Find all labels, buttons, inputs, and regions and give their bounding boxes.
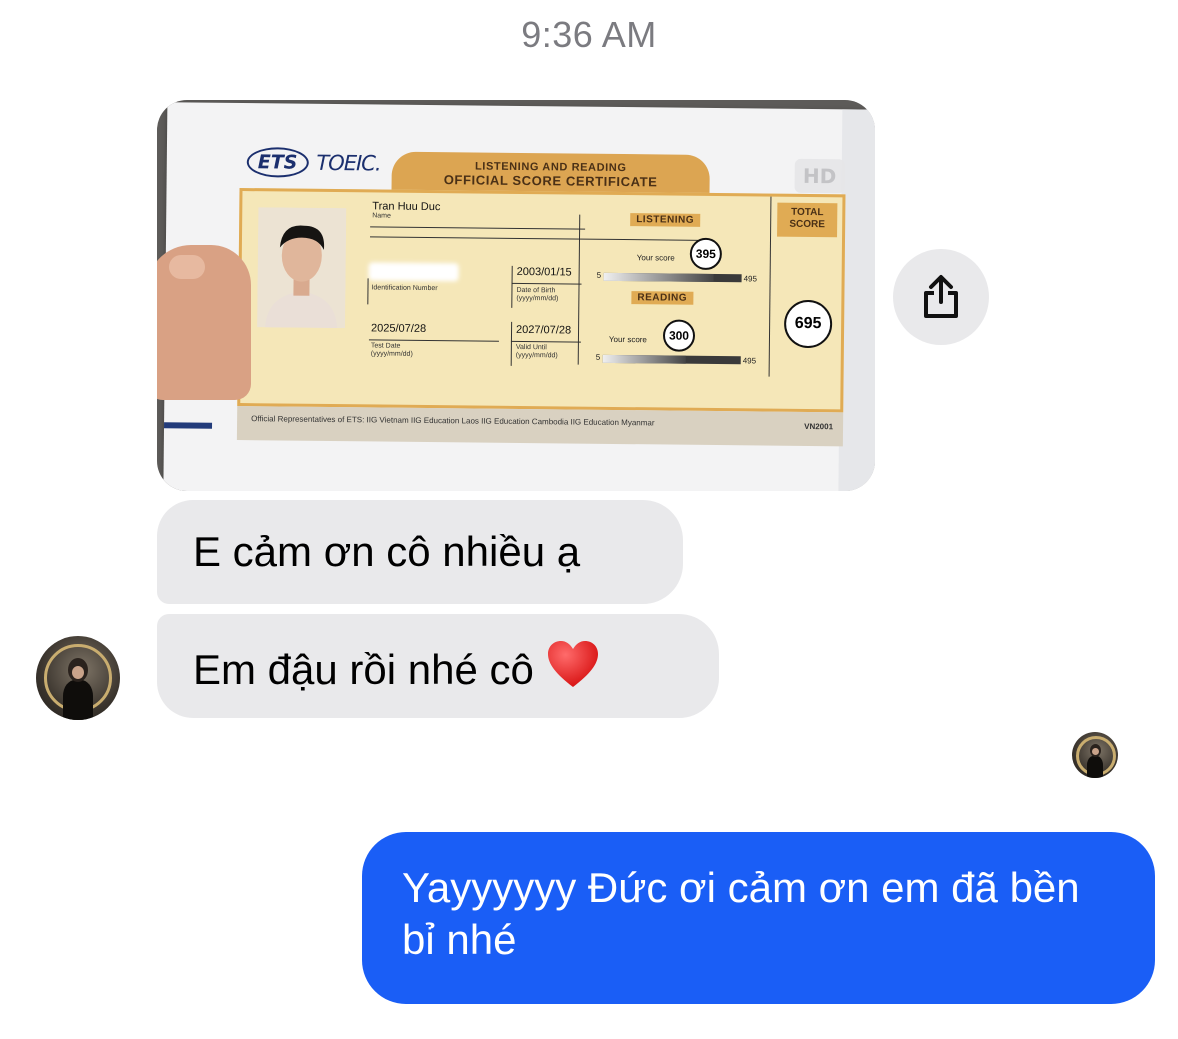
dob-value: 2003/01/15	[516, 265, 572, 279]
name-underline	[370, 226, 586, 230]
valid-until-value: 2027/07/28	[515, 323, 572, 337]
valid-until-underline	[510, 340, 581, 343]
dob-underline	[511, 282, 582, 285]
valid-until-label-field: Valid Until (yyyy/mm/dd)	[516, 344, 580, 361]
share-icon	[924, 275, 958, 318]
avatar-face	[1092, 748, 1099, 755]
certificate-header-line2: OFFICIAL SCORE CERTIFICATE	[443, 172, 658, 190]
listening-scale-min: 5	[596, 270, 602, 280]
name-value: Tran Huu Duc	[372, 200, 441, 214]
footer-representatives: Official Representatives of ETS: IIG Vie…	[251, 414, 655, 428]
hd-badge: HD	[794, 158, 845, 194]
outgoing-message-bubble[interactable]: Yayyyyyy Đức ơi cảm ơn em đã bền bỉ nhé	[362, 832, 1155, 1004]
envelope-stripe	[164, 422, 213, 429]
name-field: Tran Huu Duc Name	[372, 200, 440, 221]
reading-score: 300	[662, 319, 696, 352]
dob-label-field: Date of Birth (yyyy/mm/dd)	[516, 287, 580, 304]
message-text: Em đậu rồi nhé cô	[193, 646, 534, 693]
hand	[157, 245, 251, 400]
total-divider	[768, 196, 772, 377]
avatar-figure	[63, 680, 93, 720]
ets-toeic-logo: ETS TOEIC.	[246, 147, 381, 178]
listening-scale-max: 495	[743, 274, 758, 284]
reading-label: READING	[631, 291, 694, 305]
reading-scale-min: 5	[595, 352, 601, 362]
redacted-id	[368, 262, 459, 282]
avatar-figure	[1087, 756, 1103, 778]
test-date-underline	[368, 339, 499, 342]
valid-until-field: 2027/07/28	[516, 324, 571, 337]
listening-your-score-label: Your score	[636, 253, 675, 263]
score-envelope: HD ETS TOEIC. LISTENING AND READING OFFI…	[162, 102, 875, 491]
thumbnail	[169, 255, 205, 279]
test-date-field: 2025/07/28	[371, 322, 426, 335]
form-code: VN2001	[804, 421, 834, 432]
listening-score: 395	[689, 237, 723, 271]
incoming-message-bubble[interactable]: E cảm ơn cô nhiều ạ	[157, 500, 683, 604]
photo-attachment[interactable]: HD ETS TOEIC. LISTENING AND READING OFFI…	[157, 100, 875, 491]
dob-divider	[511, 265, 513, 308]
timestamp: 9:36 AM	[521, 14, 657, 55]
reading-score-fill	[602, 354, 686, 364]
incoming-message-bubble[interactable]: Em đậu rồi nhé cô	[157, 614, 719, 718]
id-divider	[367, 278, 369, 305]
reading-scale-max: 495	[742, 356, 757, 366]
message-text: E cảm ơn cô nhiều ạ	[193, 528, 581, 575]
listening-label: LISTENING	[630, 213, 701, 227]
ets-logo: ETS	[246, 147, 309, 178]
valid-divider	[510, 321, 513, 366]
message-text: Yayyyyyy Đức ơi cảm ơn em đã bền bỉ nhé	[402, 864, 1080, 963]
total-score-label: TOTAL SCORE	[777, 202, 838, 238]
listening-score-fill	[603, 272, 715, 283]
avatar-face	[72, 666, 84, 679]
id-field: Identification Number	[371, 284, 441, 293]
listening-score-bar	[603, 272, 742, 283]
reading-your-score-label: Your score	[608, 334, 647, 345]
test-date-label: Test Date (yyyy/mm/dd)	[370, 342, 413, 358]
dob-label: Date of Birth (yyyy/mm/dd)	[516, 286, 559, 303]
read-receipt-avatar	[1072, 732, 1118, 778]
score-card: Tran Huu Duc Name Identification Number …	[237, 188, 846, 413]
heart-icon	[547, 641, 598, 687]
dob-field: 2003/01/15	[517, 266, 579, 279]
share-button[interactable]	[893, 249, 989, 345]
test-date-label-field: Test Date (yyyy/mm/dd)	[371, 342, 441, 359]
sender-avatar[interactable]	[36, 636, 120, 720]
candidate-photo	[257, 207, 347, 329]
total-score: 695	[783, 299, 833, 349]
id-label: Identification Number	[371, 284, 438, 293]
valid-until-label: Valid Until (yyyy/mm/dd)	[515, 343, 558, 360]
reading-score-bar	[602, 354, 741, 365]
test-date-value: 2025/07/28	[370, 322, 427, 335]
name-divider	[370, 236, 701, 241]
toeic-logo: TOEIC.	[316, 150, 381, 176]
name-label: Name	[372, 212, 391, 220]
certificate-footer: Official Representatives of ETS: IIG Vie…	[236, 406, 844, 447]
